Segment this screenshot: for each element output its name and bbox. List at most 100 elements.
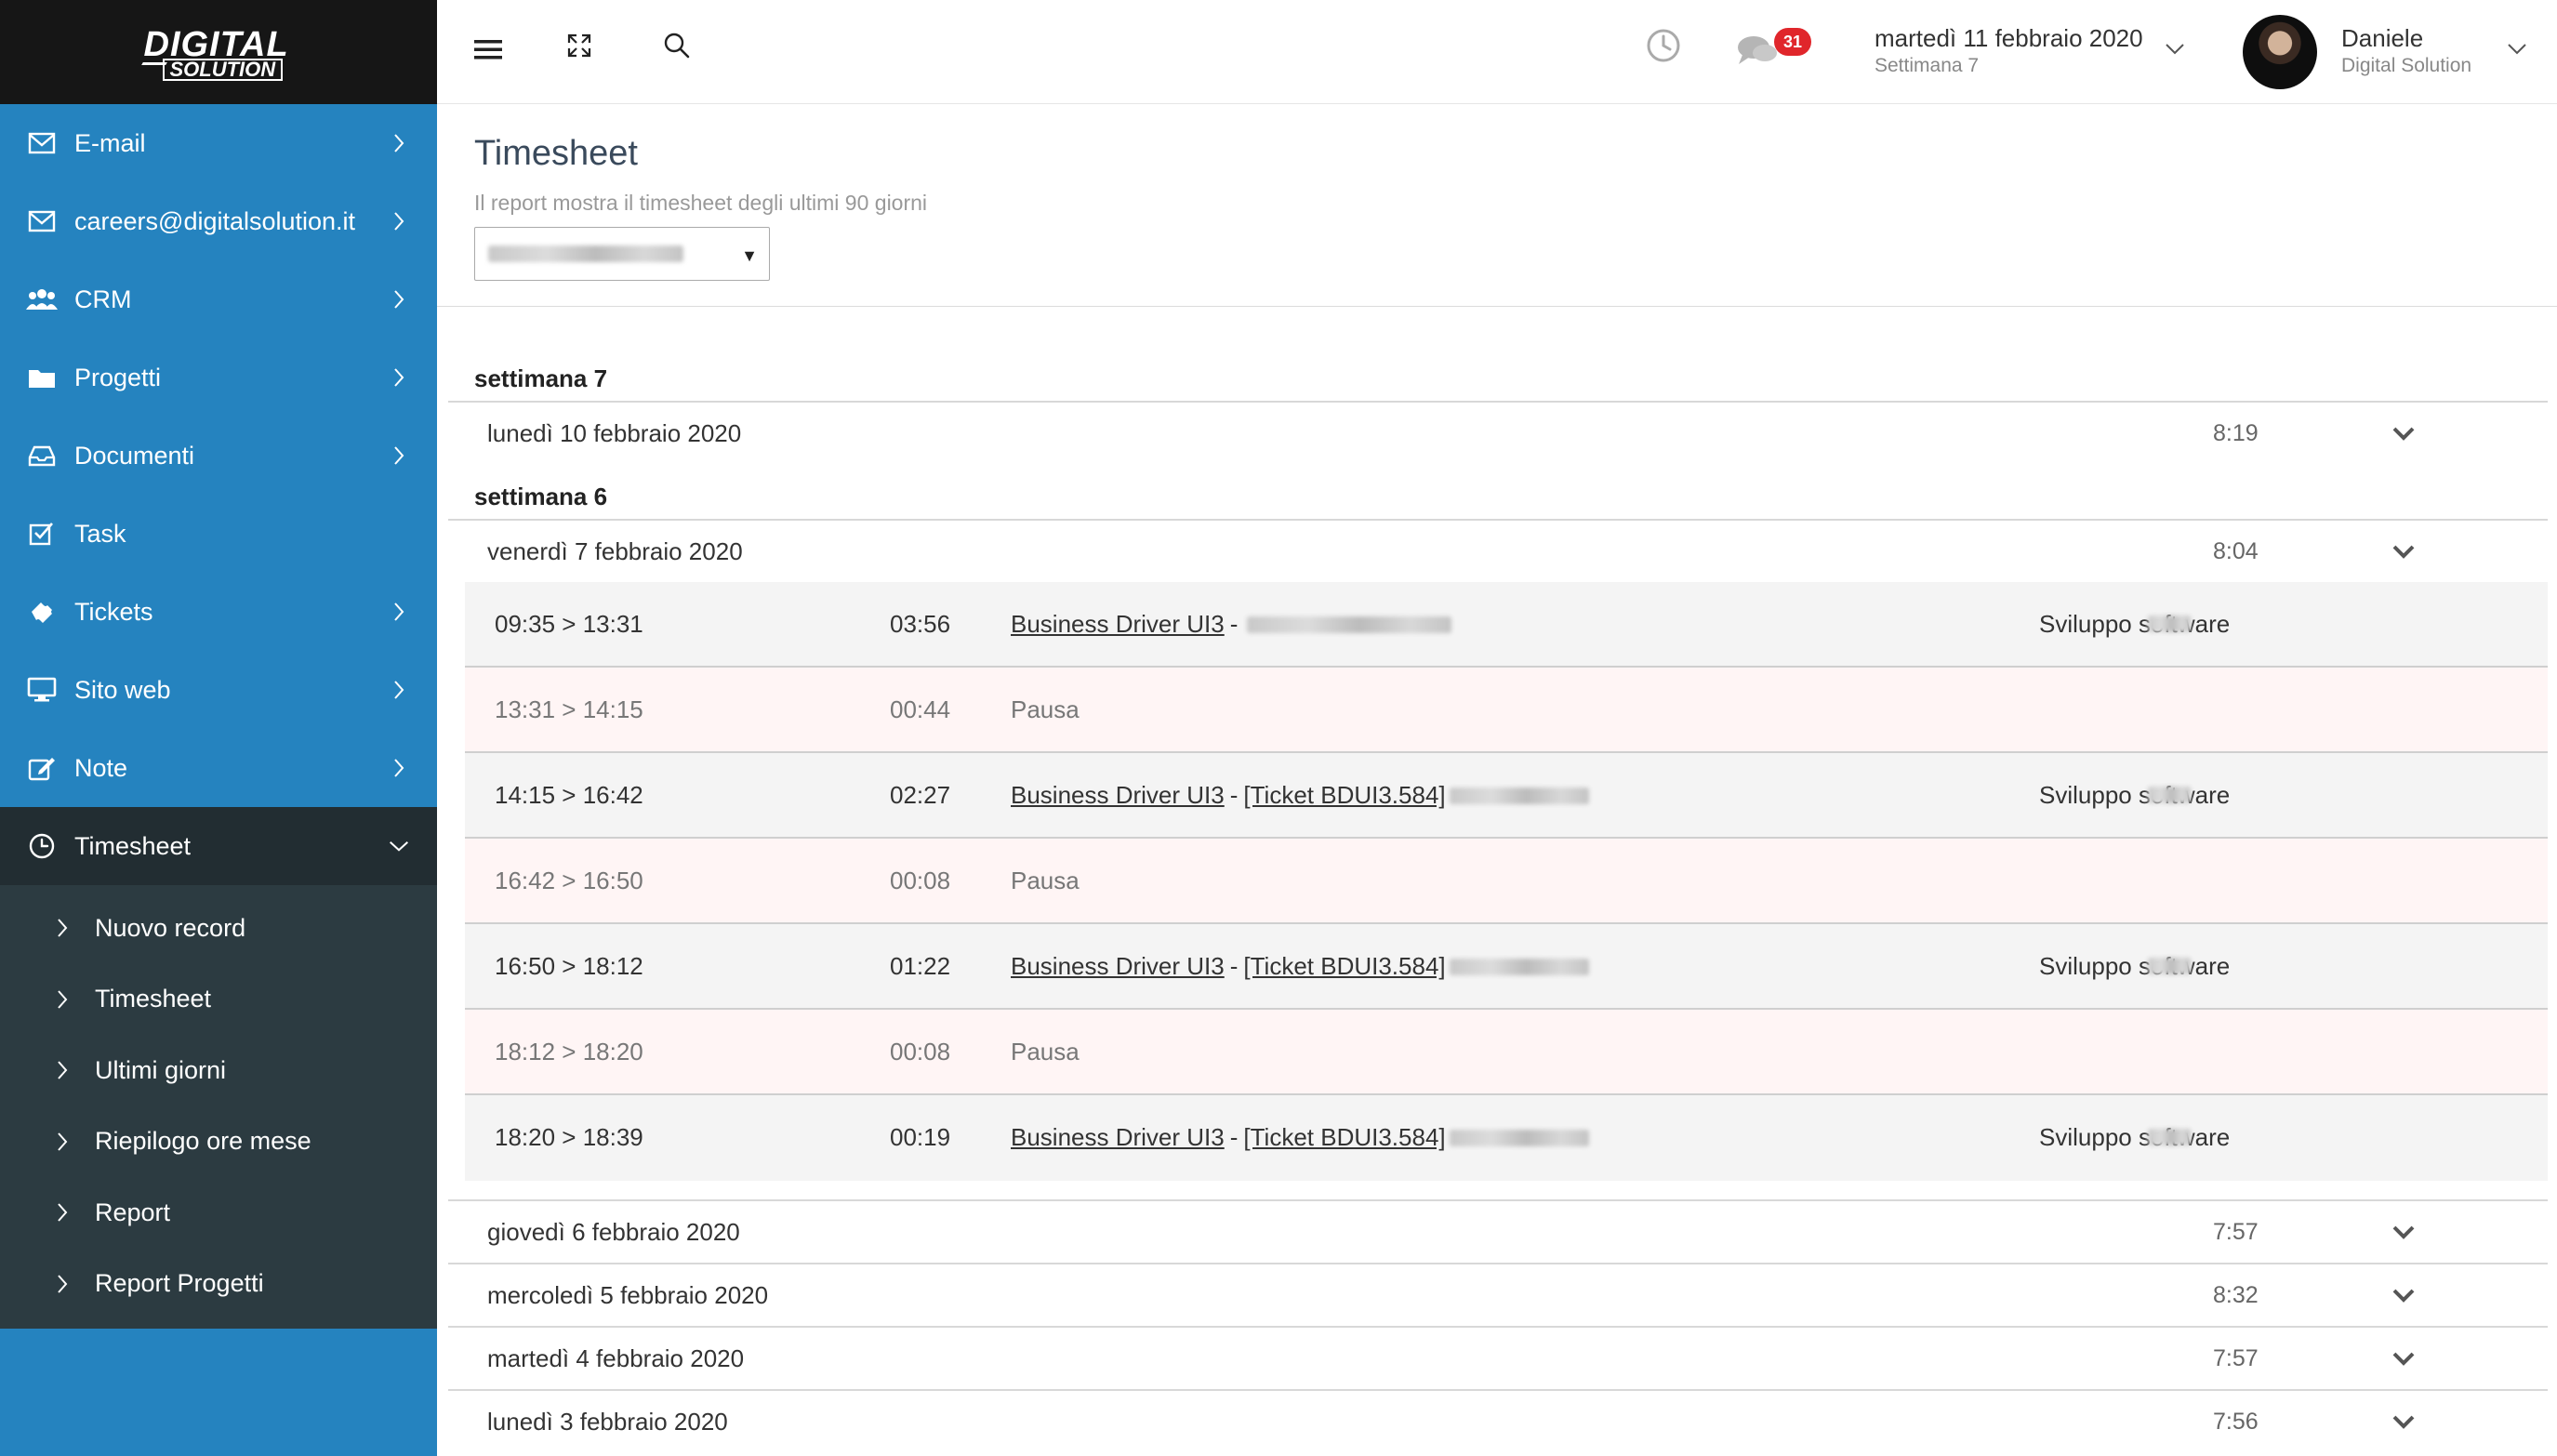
fullscreen-button[interactable] xyxy=(556,24,603,71)
envelope-icon xyxy=(26,127,58,159)
day-row[interactable]: lunedì 10 febbraio 2020 8:19 xyxy=(448,401,2548,464)
user-info[interactable]: Daniele Digital Solution xyxy=(2341,24,2471,77)
day-total-hours: 8:19 xyxy=(2213,419,2259,446)
separator: - xyxy=(1229,610,1239,638)
chevron-down-icon xyxy=(389,836,409,856)
pause-label: Pausa xyxy=(1011,1038,1080,1066)
user-dropdown-button[interactable] xyxy=(2503,28,2531,74)
chevron-down-icon xyxy=(2390,1348,2418,1370)
chevron-right-icon xyxy=(389,211,409,232)
sidebar-item-crm[interactable]: CRM xyxy=(0,260,437,338)
sidebar-item-progetti[interactable]: Progetti xyxy=(0,338,437,417)
ticket-link[interactable]: [Ticket BDUI3.584] xyxy=(1243,1123,1445,1152)
chevron-down-icon xyxy=(2390,1411,2418,1434)
chevron-right-icon xyxy=(389,758,409,778)
entry-user-blurred xyxy=(2148,615,2191,632)
work-entry-row[interactable]: Sviluppo software 16:50 > 18:12 01:22 Busin… xyxy=(465,924,2548,1010)
timesheet-submenu: Nuovo record Timesheet Ultimi giorni Riepil… xyxy=(0,885,437,1329)
chevron-right-icon xyxy=(56,1274,74,1294)
sidebar-item-label: Task xyxy=(74,519,126,548)
pause-entry-row[interactable]: 16:42 > 16:50 00:08 Pausa xyxy=(465,839,2548,924)
day-row[interactable]: venerdì 7 febbraio 2020 8:04 xyxy=(448,519,2548,582)
hamburger-icon xyxy=(472,36,504,67)
timer-button[interactable] xyxy=(1640,24,1687,71)
date-dropdown-button[interactable] xyxy=(2161,28,2189,74)
project-link[interactable]: Business Driver UI3 xyxy=(1011,610,1225,639)
day-date: lunedì 3 febbraio 2020 xyxy=(487,1407,728,1436)
day-total-hours: 8:32 xyxy=(2213,1281,2259,1308)
day-row[interactable]: lunedì 3 febbraio 2020 7:56 xyxy=(448,1389,2548,1452)
search-button[interactable] xyxy=(654,24,700,71)
day-date: giovedì 6 febbraio 2020 xyxy=(487,1217,740,1246)
entry-category: Sviluppo software xyxy=(2039,610,2231,638)
sidebar-item-e-mail[interactable]: E-mail xyxy=(0,104,437,182)
submenu-item-nuovo-record[interactable]: Nuovo record xyxy=(0,893,437,964)
submenu-item-report-progetti[interactable]: Report Progetti xyxy=(0,1249,437,1320)
entry-description: Pausa xyxy=(1011,695,1080,724)
entry-duration: 00:08 xyxy=(890,867,951,894)
brand-logo[interactable]: DIGITAL SOLUTION xyxy=(140,25,296,81)
chevron-down-icon xyxy=(2390,423,2418,445)
sidebar-item-tickets[interactable]: Tickets xyxy=(0,573,437,651)
entry-duration: 03:56 xyxy=(890,610,951,638)
work-entry-row[interactable]: Sviluppo software 14:15 > 16:42 02:27 Busin… xyxy=(465,753,2548,839)
chevron-right-icon xyxy=(56,918,74,938)
pause-entry-row[interactable]: 13:31 > 14:15 00:44 Pausa xyxy=(465,668,2548,753)
submenu-item-report[interactable]: Report xyxy=(0,1177,437,1249)
chevron-right-icon xyxy=(389,602,409,622)
project-link[interactable]: Business Driver UI3 xyxy=(1011,952,1225,981)
sidebar-item-note[interactable]: Note xyxy=(0,729,437,807)
current-date[interactable]: martedì 11 febbraio 2020 Settimana 7 xyxy=(1875,24,2143,77)
work-entry-row[interactable]: Sviluppo software 18:20 > 18:39 00:19 Busin… xyxy=(465,1095,2548,1181)
sidebar-item-documenti[interactable]: Documenti xyxy=(0,417,437,495)
menu-toggle-button[interactable] xyxy=(465,28,511,74)
entry-time-range: 18:20 > 18:39 xyxy=(495,1123,643,1151)
chevron-right-icon xyxy=(56,1132,74,1152)
submenu-item-label: Ultimi giorni xyxy=(95,1055,227,1084)
day-row[interactable]: martedì 4 febbraio 2020 7:57 xyxy=(448,1326,2548,1389)
day-date: martedì 4 febbraio 2020 xyxy=(487,1343,745,1372)
clock-icon xyxy=(1645,27,1682,69)
chevron-right-icon xyxy=(56,989,74,1010)
ticket-link[interactable]: [Ticket BDUI3.584] xyxy=(1243,952,1445,981)
submenu-item-ultimi-giorni[interactable]: Ultimi giorni xyxy=(0,1035,437,1106)
folder-icon xyxy=(26,362,58,393)
avatar[interactable] xyxy=(2243,15,2317,89)
chevron-down-icon xyxy=(2390,541,2418,563)
day-row[interactable]: mercoledì 5 febbraio 2020 8:32 xyxy=(448,1263,2548,1326)
clock-icon xyxy=(26,830,58,862)
employee-select[interactable]: ▼ xyxy=(474,227,770,281)
sidebar-item-timesheet[interactable]: Timesheet xyxy=(0,807,437,885)
sidebar-item-label: careers@digitalsolution.it xyxy=(74,206,356,235)
sidebar-item-label: Timesheet xyxy=(74,831,192,860)
page-title: Timesheet xyxy=(474,134,638,173)
day-total-hours: 7:57 xyxy=(2213,1344,2259,1371)
inbox-icon xyxy=(26,440,58,471)
entry-description: Business Driver UI3- [Ticket BDUI3.584] xyxy=(1011,952,1589,981)
pause-entry-row[interactable]: 18:12 > 18:20 00:08 Pausa xyxy=(465,1010,2548,1095)
day-row[interactable]: giovedì 6 febbraio 2020 7:57 xyxy=(448,1199,2548,1263)
project-link[interactable]: Business Driver UI3 xyxy=(1011,781,1225,810)
submenu-item-timesheet[interactable]: Timesheet xyxy=(0,964,437,1036)
sidebar-item-careers-digitalsolution-it[interactable]: careers@digitalsolution.it xyxy=(0,182,437,260)
week-label: settimana 7 xyxy=(474,364,608,392)
day-date: venerdì 7 febbraio 2020 xyxy=(487,536,743,565)
description-blurred xyxy=(1449,958,1589,975)
entry-category: Sviluppo software xyxy=(2039,1123,2231,1151)
ticket-link[interactable]: [Ticket BDUI3.584] xyxy=(1243,781,1445,810)
separator: - xyxy=(1229,952,1239,980)
project-link[interactable]: Business Driver UI3 xyxy=(1011,1123,1225,1152)
sidebar-item-sito-web[interactable]: Sito web xyxy=(0,651,437,729)
day-date: mercoledì 5 febbraio 2020 xyxy=(487,1280,769,1309)
work-entry-row[interactable]: Sviluppo software 09:35 > 13:31 03:56 Busin… xyxy=(465,582,2548,668)
search-icon xyxy=(662,31,692,65)
submenu-item-label: Nuovo record xyxy=(95,913,246,942)
user-company: Digital Solution xyxy=(2341,55,2472,76)
envelope-icon xyxy=(26,205,58,237)
sidebar-item-task[interactable]: Task xyxy=(0,495,437,573)
entry-description: Business Driver UI3- [Ticket BDUI3.584] xyxy=(1011,1123,1589,1152)
sidebar: DIGITAL SOLUTION E-mail careers@digitalso… xyxy=(0,0,437,1456)
chat-bubbles-icon xyxy=(1735,31,1780,73)
submenu-item-riepilogo-ore-mese[interactable]: Riepilogo ore mese xyxy=(0,1106,437,1178)
entry-time-range: 16:50 > 18:12 xyxy=(495,952,643,980)
